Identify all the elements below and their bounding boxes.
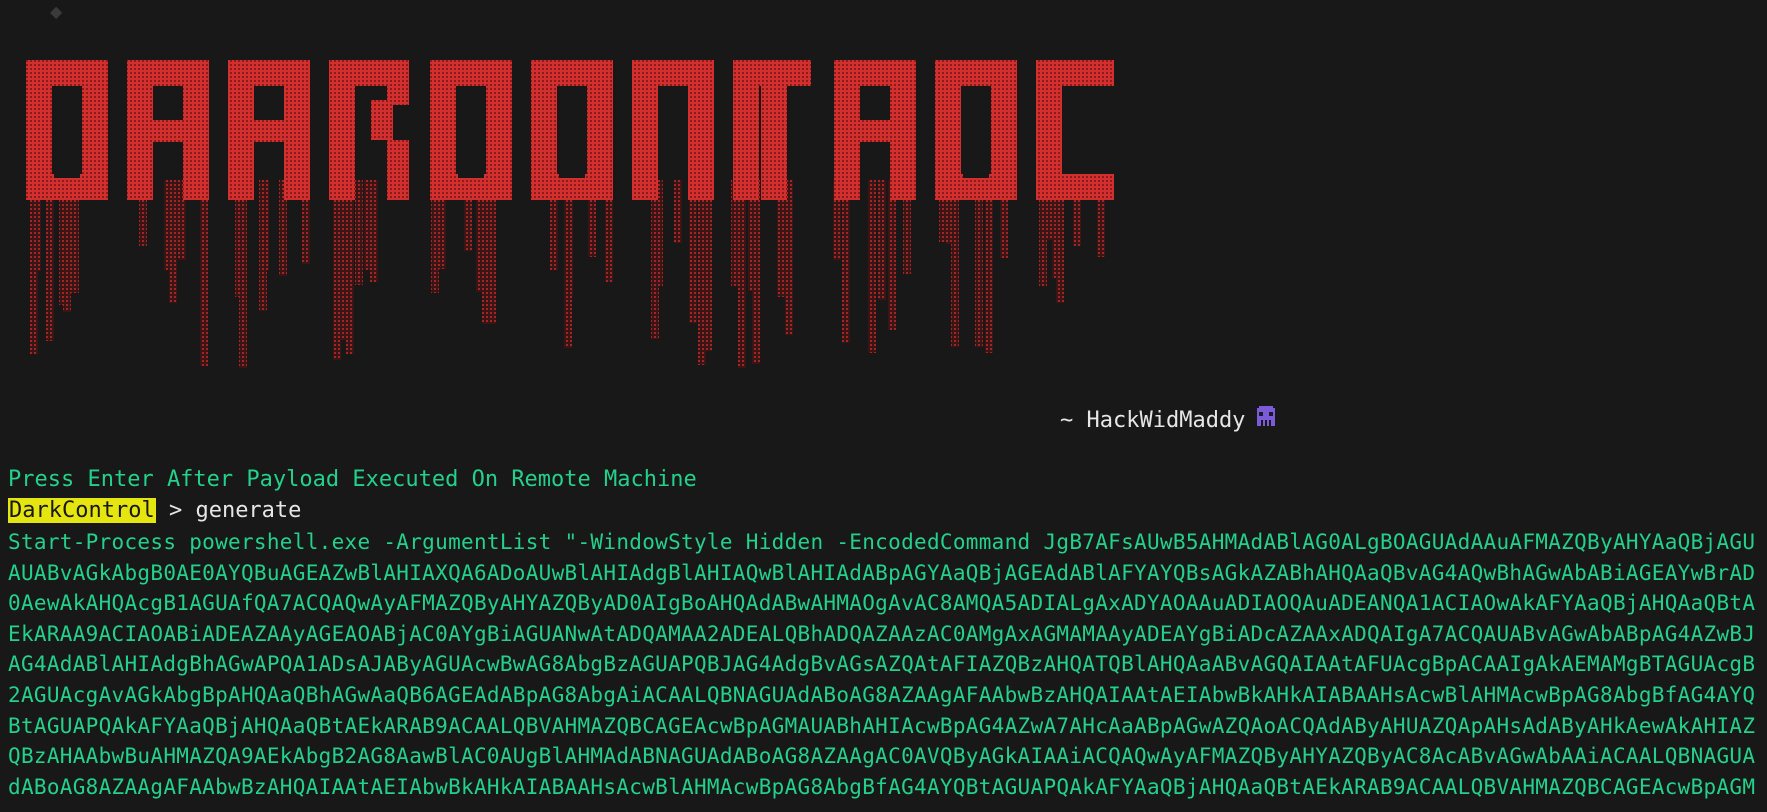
signature-text: ~ HackWidMaddy xyxy=(1060,408,1246,433)
banner-letters xyxy=(26,60,1114,200)
banner-drip xyxy=(482,180,490,324)
banner-drip xyxy=(261,180,269,270)
command-output[interactable]: Start-Process powershell.exe -ArgumentLi… xyxy=(8,527,1763,802)
banner-letter-r xyxy=(834,60,916,200)
prompt-separator: > xyxy=(155,498,196,523)
banner-letter-r xyxy=(228,60,310,200)
terminal-window[interactable]: ◆ ~ HackWidMaddy Press Enter After Paylo… xyxy=(0,0,1767,812)
banner-drip xyxy=(975,180,983,347)
banner-drip xyxy=(355,180,363,285)
banner-drip xyxy=(985,180,993,353)
banner-letter-l xyxy=(1036,60,1114,200)
banner-letter-n xyxy=(632,60,714,200)
banner-drip xyxy=(689,180,697,323)
payload-notice: Press Enter After Payload Executed On Re… xyxy=(8,467,697,492)
banner-drip xyxy=(752,180,760,364)
banner-letter-a xyxy=(127,60,209,200)
banner-letter-o xyxy=(531,60,613,200)
banner-letter-o xyxy=(935,60,1017,200)
alien-icon xyxy=(1253,404,1279,436)
banner-drip xyxy=(785,180,793,335)
banner-drip xyxy=(868,180,876,353)
banner-letter-d xyxy=(26,60,108,200)
banner-drip xyxy=(200,180,208,366)
banner-drip xyxy=(46,180,54,341)
banner-drip xyxy=(333,180,341,360)
banner-drip xyxy=(704,180,712,351)
diamond-icon: ◆ xyxy=(50,2,63,21)
banner-drip xyxy=(239,180,247,368)
banner-drip xyxy=(674,180,682,243)
banner-drip xyxy=(30,180,38,354)
command-prompt[interactable]: DarkControl > generate xyxy=(8,496,301,526)
banner-drip xyxy=(738,180,746,368)
banner-letter-k xyxy=(329,60,409,200)
banner-drip xyxy=(364,180,372,270)
banner-drip xyxy=(346,180,354,354)
banner-drip xyxy=(888,180,896,330)
banner-graphic xyxy=(26,60,1114,368)
banner-drip xyxy=(842,180,850,343)
banner-letter-c xyxy=(430,60,512,200)
banner-drip xyxy=(169,180,177,303)
banner-drips xyxy=(30,180,1105,368)
command-text: generate xyxy=(195,498,302,523)
banner-letter-t xyxy=(733,60,811,200)
author-signature: ~ HackWidMaddy xyxy=(1060,404,1279,436)
banner-drip xyxy=(878,180,886,300)
ascii-banner xyxy=(18,40,1298,380)
prompt-name: DarkControl xyxy=(8,498,156,523)
